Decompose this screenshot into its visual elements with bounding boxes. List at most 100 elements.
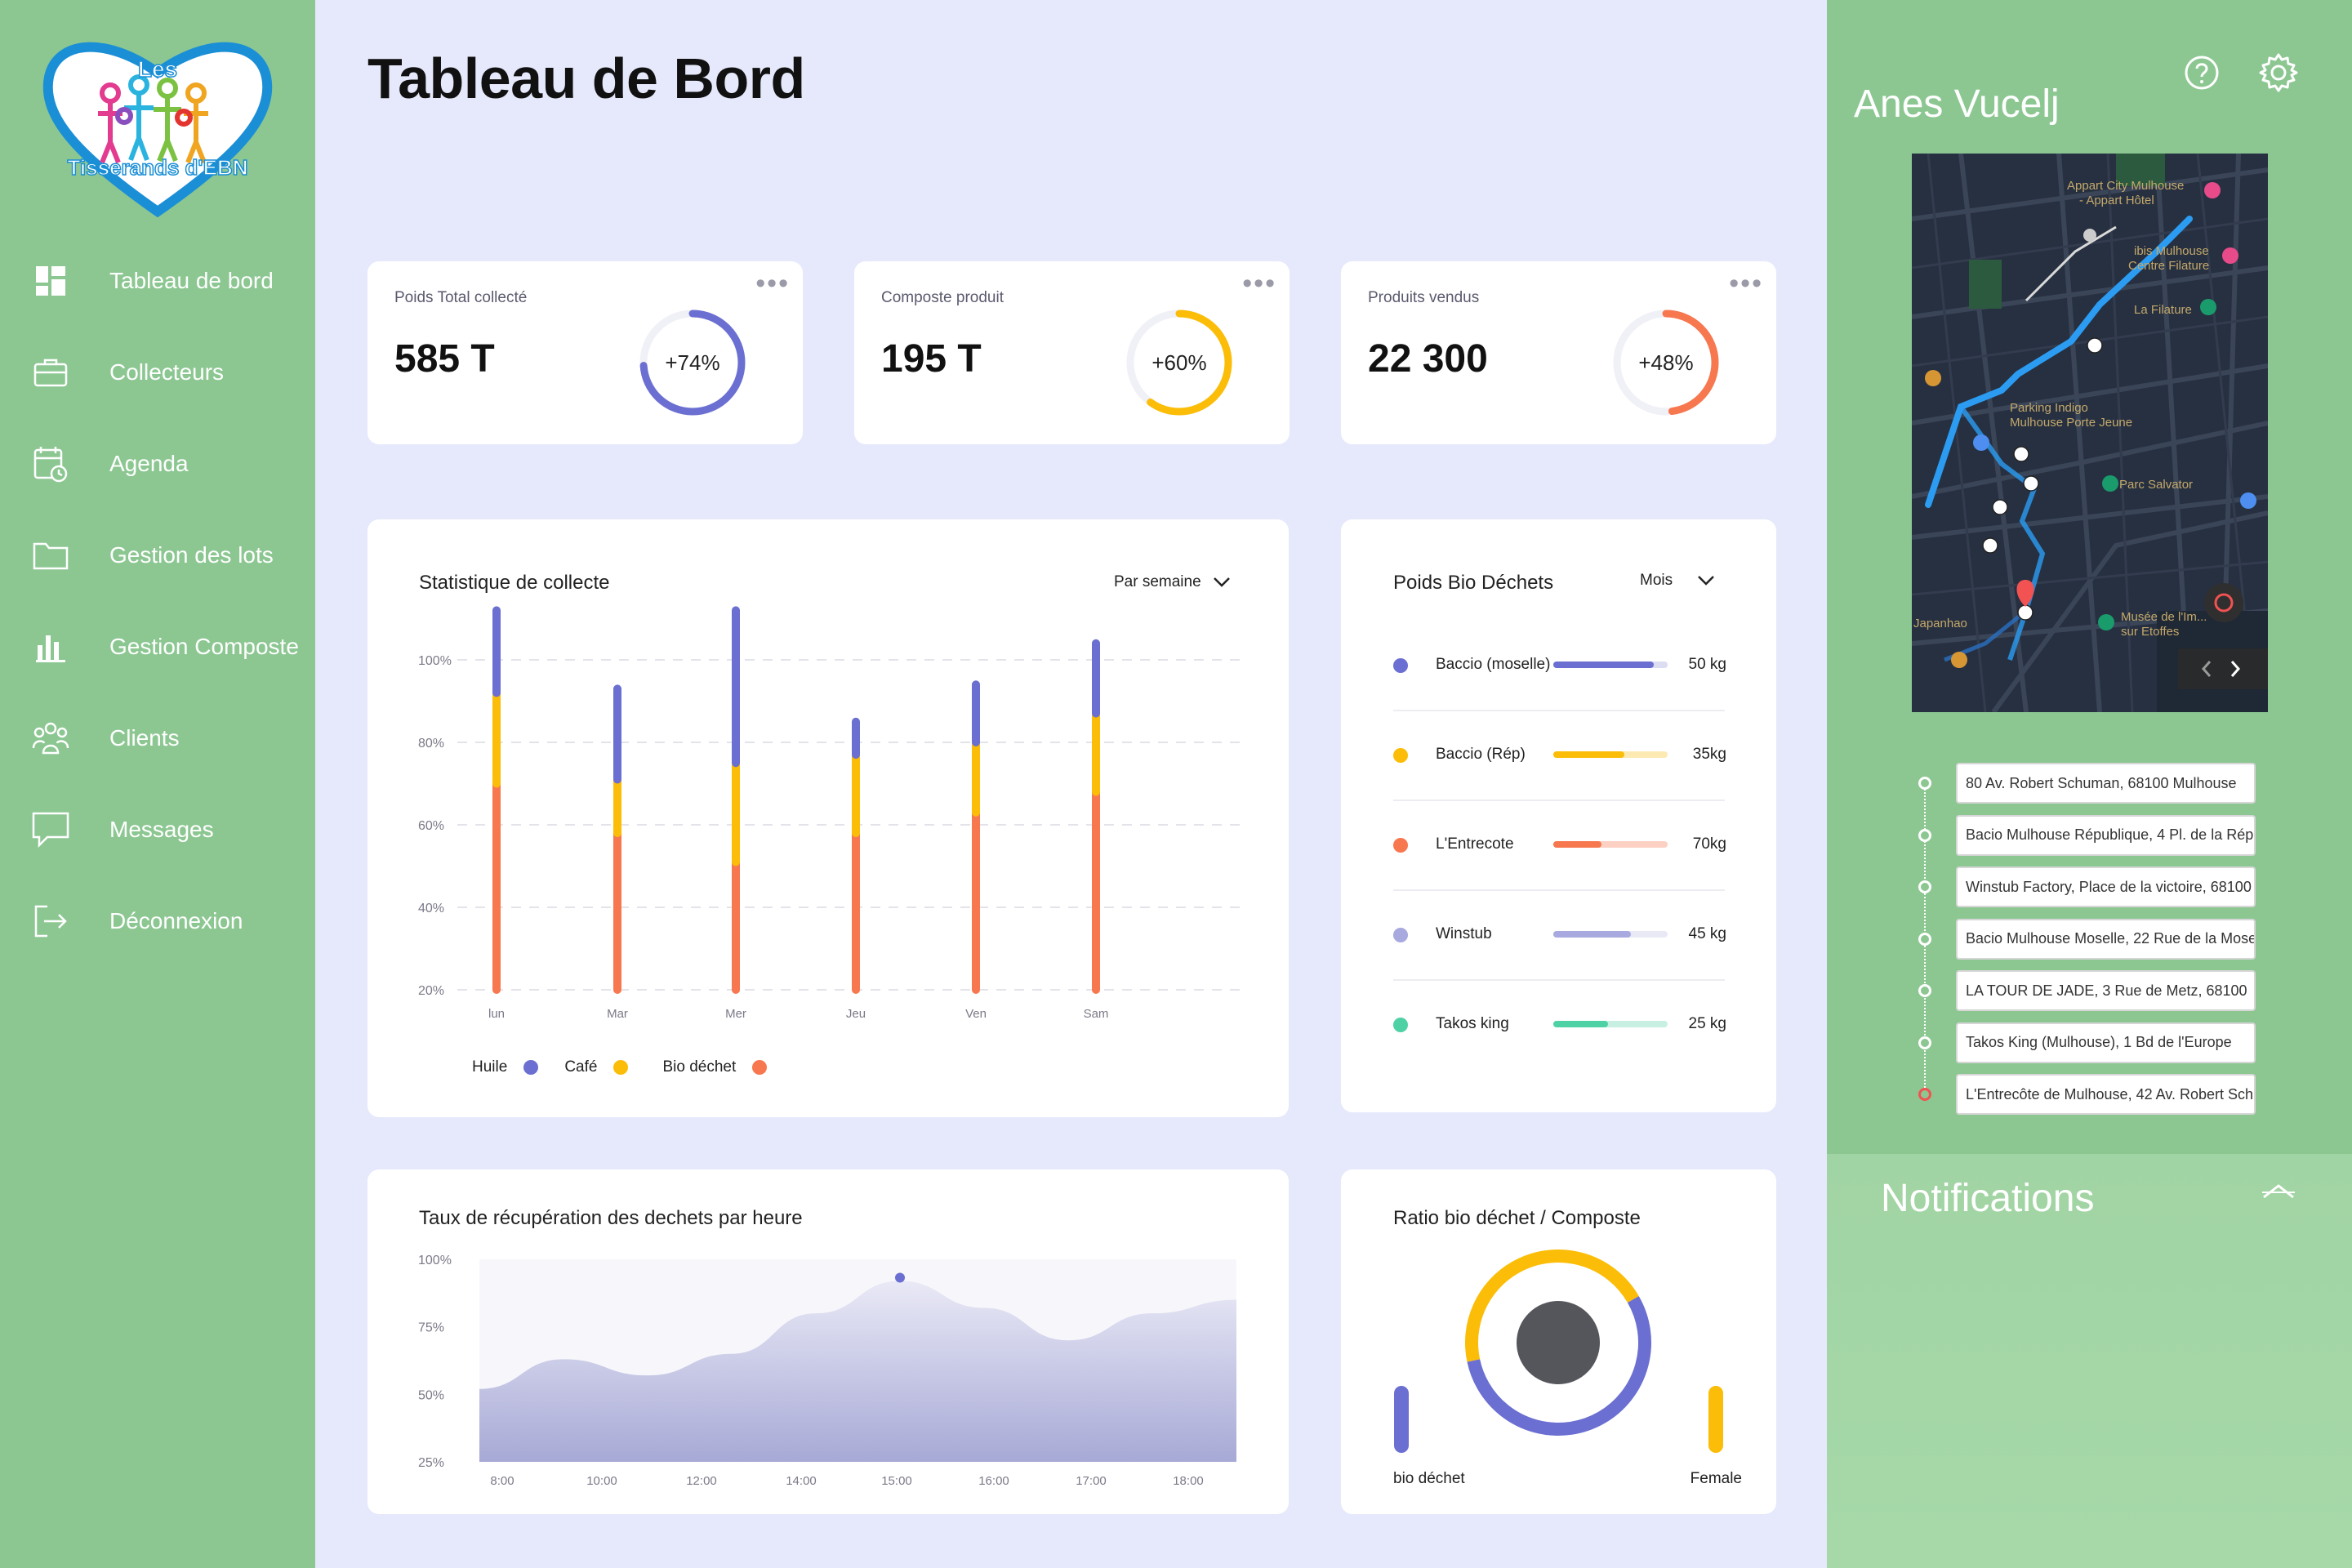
more-options-icon[interactable]: ••• <box>755 270 790 297</box>
stat-label: Poids Total collecté <box>394 289 528 306</box>
sidebar-item-clients[interactable]: Clients <box>0 706 315 771</box>
sidebar: Les Tisserands d'EBN Tableau de bord Col… <box>0 0 315 1568</box>
y-tick-label: 25% <box>418 1456 444 1470</box>
x-tick-label: 15:00 <box>881 1474 912 1488</box>
more-options-icon[interactable]: ••• <box>1242 270 1276 297</box>
legend-dot-bio <box>752 1060 768 1075</box>
bio-name: L'Entrecote <box>1436 835 1514 853</box>
user-name: Anes Vucelj <box>1854 82 2060 126</box>
svg-text:Musée de l'Im...: Musée de l'Im... <box>2121 610 2207 624</box>
chart-legend: Huile Café Bio déchet <box>472 1058 768 1076</box>
stat-label: Composte produit <box>881 289 1004 306</box>
route-stop-dot <box>1918 1036 1931 1049</box>
stat-value: 195 T <box>881 337 982 381</box>
x-tick-label: Sam <box>1084 1007 1109 1021</box>
bio-bar-track <box>1553 841 1668 848</box>
peak-marker <box>895 1272 905 1283</box>
sidebar-item-gestion-composte[interactable]: Gestion Composte <box>0 614 315 679</box>
folder-icon <box>31 536 70 575</box>
row-divider <box>1393 979 1725 981</box>
x-tick-label: Jeu <box>846 1007 866 1021</box>
sidebar-item-tableau-de-bord[interactable]: Tableau de bord <box>0 248 315 314</box>
x-tick-label: 16:00 <box>978 1474 1009 1488</box>
bio-row: Baccio (Rép) 35kg <box>1393 735 1726 774</box>
bio-name: Baccio (moselle) <box>1436 656 1551 673</box>
sidebar-item-label: Agenda <box>109 451 189 476</box>
sidebar-item-agenda[interactable]: Agenda <box>0 431 315 497</box>
briefcase-icon <box>31 353 70 392</box>
bio-dot <box>1393 748 1408 763</box>
route-stop-item[interactable]: L'Entrecôte de Mulhouse, 42 Av. Robert S… <box>1956 1074 2256 1115</box>
bio-dot <box>1393 1018 1408 1032</box>
bio-row: L'Entrecote 70kg <box>1393 825 1726 864</box>
x-tick-label: Ven <box>965 1007 987 1021</box>
y-tick-label: 40% <box>418 902 444 915</box>
help-icon[interactable] <box>2183 54 2221 91</box>
legend-dot-cafe <box>613 1060 629 1075</box>
bio-row: Winstub 45 kg <box>1393 915 1726 954</box>
bio-bar-fill <box>1553 751 1624 758</box>
sidebar-item-label: Gestion des lots <box>109 542 274 568</box>
taux-area-chart: 100% 75% 50% 25% 8:00 10:00 12:00 14:00 15:00 16:… <box>418 1254 1236 1488</box>
donut-center <box>1517 1301 1600 1384</box>
stat-card-composte-produit: ••• Composte produit 195 T +60% <box>854 261 1290 444</box>
bio-dot <box>1393 658 1408 673</box>
row-divider <box>1393 800 1725 801</box>
ratio-left-label: bio déchet <box>1393 1470 1465 1487</box>
logo-line2: Tisserands d'EBN <box>68 155 248 180</box>
svg-text:- Appart Hôtel: - Appart Hôtel <box>2079 194 2154 207</box>
route-stop-item[interactable]: 80 Av. Robert Schuman, 68100 Mulhouse <box>1956 763 2256 804</box>
route-stop-item[interactable]: Takos King (Mulhouse), 1 Bd de l'Europe <box>1956 1022 2256 1063</box>
x-tick-label: 17:00 <box>1076 1474 1107 1488</box>
ratio-donut-chart <box>1394 1250 1723 1453</box>
route-stop-item[interactable]: Bacio Mulhouse République, 4 Pl. de la R… <box>1956 814 2256 856</box>
ratio-card: Ratio bio déchet / Composte bio déchet F… <box>1341 1169 1776 1514</box>
bio-bar-fill <box>1553 1021 1609 1027</box>
bio-name: Baccio (Rép) <box>1436 746 1526 763</box>
route-map[interactable]: Appart City Mulhouse - Appart Hôtel ibis … <box>1912 154 2268 712</box>
bio-bar-track <box>1553 662 1668 668</box>
sidebar-item-deconnexion[interactable]: Déconnexion <box>0 889 315 954</box>
legend-label-cafe: Café <box>564 1058 598 1076</box>
legend-dot-huile <box>523 1060 539 1075</box>
svg-text:Parking Indigo: Parking Indigo <box>2010 401 2088 415</box>
sidebar-item-label: Collecteurs <box>109 359 225 385</box>
stat-label: Produits vendus <box>1368 289 1480 306</box>
stat-percent: +60% <box>1152 350 1207 375</box>
y-tick-label: 20% <box>418 984 444 998</box>
logo-line1: Les <box>138 56 177 82</box>
x-tick-label: 18:00 <box>1173 1474 1204 1488</box>
message-icon <box>31 810 70 849</box>
sidebar-item-collecteurs[interactable]: Collecteurs <box>0 340 315 405</box>
taux-card: Taux de récupération des dechets par heu… <box>368 1169 1289 1514</box>
sidebar-item-label: Déconnexion <box>109 908 243 933</box>
route-stop-item[interactable]: LA TOUR DE JADE, 3 Rue de Metz, 68100 <box>1956 970 2256 1011</box>
stat-value: 22 300 <box>1368 337 1488 381</box>
notifications-title: Notifications <box>1881 1177 2095 1220</box>
svg-text:La Filature: La Filature <box>2134 303 2192 317</box>
sidebar-item-label: Gestion Composte <box>109 634 299 659</box>
svg-text:Appart City Mulhouse: Appart City Mulhouse <box>2067 179 2184 193</box>
svg-text:Parc Salvator: Parc Salvator <box>2119 478 2193 492</box>
bio-bar-fill <box>1553 931 1632 938</box>
bar-chart-icon <box>31 627 70 666</box>
x-tick-label: 8:00 <box>490 1474 514 1488</box>
calendar-clock-icon <box>31 444 70 483</box>
sidebar-item-messages[interactable]: Messages <box>0 797 315 862</box>
route-stop-dot <box>1918 984 1931 997</box>
x-tick-label: 10:00 <box>586 1474 617 1488</box>
page-title: Tableau de Bord <box>368 47 805 110</box>
stat-card-poids-total: ••• Poids Total collecté 585 T +74% <box>368 261 803 444</box>
bio-bar-track <box>1553 931 1668 938</box>
collapse-icon[interactable] <box>2261 1181 2296 1202</box>
bio-name: Takos king <box>1436 1015 1509 1032</box>
route-stop-item[interactable]: Winstub Factory, Place de la victoire, 6… <box>1956 866 2256 907</box>
sidebar-item-label: Tableau de bord <box>109 268 274 293</box>
sidebar-item-gestion-des-lots[interactable]: Gestion des lots <box>0 523 315 588</box>
more-options-icon[interactable]: ••• <box>1729 270 1763 297</box>
route-stop-item[interactable]: Bacio Mulhouse Moselle, 22 Rue de la Mos… <box>1956 918 2256 960</box>
x-tick-label: Mer <box>725 1007 746 1021</box>
gear-icon[interactable] <box>2258 52 2299 93</box>
route-stop-dot <box>1918 777 1931 790</box>
bio-name: Winstub <box>1436 925 1492 942</box>
